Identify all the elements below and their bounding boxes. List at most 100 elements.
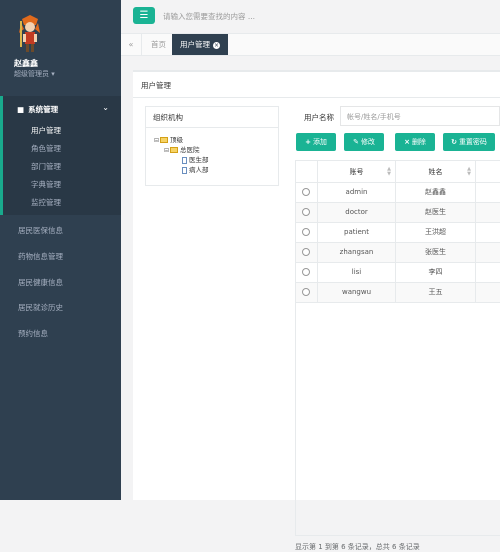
cell-name: 赵鑫鑫: [396, 183, 476, 202]
menu-system-management: ■ 系统管理 ⌄ 用户管理 角色管理 部门管理 字典管理 监控管理: [0, 96, 121, 215]
sort-icon[interactable]: ▲ ▼: [387, 167, 391, 177]
edit-button[interactable]: ✎ 修改: [344, 133, 384, 151]
tab-label: 用户管理: [180, 40, 210, 49]
tree-node-hospital[interactable]: ⊟ 总医院: [164, 144, 200, 154]
refresh-icon: ↻: [451, 138, 457, 146]
table-row[interactable]: lisi 李四: [296, 263, 500, 283]
menu-system-management-header[interactable]: ■ 系统管理: [17, 104, 58, 115]
cell-account: lisi: [318, 263, 396, 282]
submenu-dept-management[interactable]: 部门管理: [31, 161, 61, 172]
header-label: 姓名: [428, 168, 443, 176]
nav-visit-history[interactable]: 居民就诊历史: [18, 302, 63, 313]
row-select: [296, 243, 318, 262]
row-radio[interactable]: [302, 188, 310, 196]
table-row[interactable]: doctor 赵医生: [296, 203, 500, 223]
times-icon: ×: [404, 138, 410, 146]
cell-name: 张医生: [396, 243, 476, 262]
submenu-user-management[interactable]: 用户管理: [31, 125, 61, 136]
cell-name: 王五: [396, 283, 476, 302]
reset-password-button[interactable]: ↻ 重置密码: [443, 133, 495, 151]
tab-user-management[interactable]: 用户管理 ×: [172, 34, 228, 55]
org-tree-title: 组织机构: [153, 113, 183, 122]
submenu-dict-management[interactable]: 字典管理: [31, 179, 61, 190]
cell-account: zhangsan: [318, 243, 396, 262]
row-radio[interactable]: [302, 228, 310, 236]
page-title: 用户管理: [141, 81, 171, 90]
hamburger-icon: ☰: [139, 10, 149, 21]
column-header-account[interactable]: 账号 ▲ ▼: [318, 161, 396, 183]
user-search-input[interactable]: 帐号/姓名/手机号: [340, 106, 500, 126]
row-radio[interactable]: [302, 288, 310, 296]
button-label: 删除: [411, 138, 426, 146]
delete-button[interactable]: × 删除: [395, 133, 435, 151]
button-label: 添加: [312, 138, 327, 146]
user-icon: ■: [17, 105, 25, 114]
cell-account: wangwu: [318, 283, 396, 302]
user-table: 账号 ▲ ▼ 姓名 ▲ ▼ admin 赵鑫鑫 doctor 赵医生 patient…: [295, 160, 500, 536]
menu-label: 系统管理: [28, 105, 59, 114]
profile: 赵鑫鑫 超级管理员 ▾: [0, 0, 121, 96]
row-radio[interactable]: [302, 268, 310, 276]
search-label: 用户名称: [304, 113, 334, 122]
add-button[interactable]: + 添加: [296, 133, 336, 151]
row-radio[interactable]: [302, 248, 310, 256]
column-header-extra: [476, 161, 500, 183]
nav-resident-health[interactable]: 居民健康信息: [18, 277, 63, 288]
table-row[interactable]: admin 赵鑫鑫: [296, 183, 500, 203]
button-label: 修改: [360, 138, 375, 146]
tree-node-root[interactable]: ⊟ 顶级: [154, 134, 183, 144]
tree-label: 医生部: [189, 156, 209, 164]
cell-account: doctor: [318, 203, 396, 222]
folder-open-icon: [160, 137, 168, 143]
file-icon: [182, 156, 187, 164]
chevron-down-icon[interactable]: ⌄: [102, 103, 109, 112]
pagination-info: 显示第 1 到第 6 条记录，总共 6 条记录: [295, 543, 420, 551]
close-icon[interactable]: ×: [213, 41, 220, 49]
tree-label: 顶级: [170, 136, 183, 144]
divider: [146, 127, 278, 128]
cell-account: patient: [318, 223, 396, 242]
select-column-header: [296, 161, 318, 183]
button-label: 重置密码: [458, 138, 487, 146]
table-row[interactable]: wangwu 王五: [296, 283, 500, 303]
tree-label: 总医院: [180, 146, 200, 154]
avatar[interactable]: [16, 15, 42, 53]
tab-bar: « 首页 用户管理 ×: [121, 34, 500, 56]
submenu-role-management[interactable]: 角色管理: [31, 143, 61, 154]
tab-scroll-left-icon[interactable]: «: [121, 34, 142, 55]
edit-icon: ✎: [353, 138, 359, 146]
row-select: [296, 203, 318, 222]
user-role-dropdown[interactable]: 超级管理员 ▾: [14, 69, 55, 79]
menu-toggle-button[interactable]: ☰: [133, 7, 155, 24]
divider: [133, 97, 500, 98]
global-search-input[interactable]: 请输入您需要查找的内容 ...: [163, 11, 255, 22]
cell-name: 李四: [396, 263, 476, 282]
row-select: [296, 263, 318, 282]
tree-label: 病人部: [189, 166, 209, 174]
row-select: [296, 223, 318, 242]
row-radio[interactable]: [302, 208, 310, 216]
cell-name: 赵医生: [396, 203, 476, 222]
tree-node-doctor-dept[interactable]: 医生部: [182, 154, 209, 164]
cell-name: 王洪超: [396, 223, 476, 242]
nav-appointments[interactable]: 预约信息: [18, 328, 48, 339]
column-header-name[interactable]: 姓名 ▲ ▼: [396, 161, 476, 183]
folder-open-icon: [170, 147, 178, 153]
tab-home[interactable]: 首页: [143, 34, 174, 55]
nav-drug-management[interactable]: 药物信息管理: [18, 251, 63, 262]
content-panel: 用户管理 组织机构 ⊟ 顶级 ⊟ 总医院 医生部 病人部 用户名称 帐号/姓名/手机…: [133, 70, 500, 551]
org-tree-box: 组织机构 ⊟ 顶级 ⊟ 总医院 医生部 病人部: [145, 106, 279, 186]
sort-icon[interactable]: ▲ ▼: [467, 167, 471, 177]
file-icon: [182, 166, 187, 174]
topbar: ☰ 请输入您需要查找的内容 ...: [121, 0, 500, 34]
table-row[interactable]: patient 王洪超: [296, 223, 500, 243]
user-name: 赵鑫鑫: [14, 59, 38, 68]
cell-account: admin: [318, 183, 396, 202]
table-row[interactable]: zhangsan 张医生: [296, 243, 500, 263]
sidebar: 赵鑫鑫 超级管理员 ▾ ■ 系统管理 ⌄ 用户管理 角色管理 部门管理 字典管理 …: [0, 0, 121, 500]
nav-resident-insurance[interactable]: 居民医保信息: [18, 225, 63, 236]
tree-node-patient-dept[interactable]: 病人部: [182, 164, 209, 174]
submenu-monitor-management[interactable]: 监控管理: [31, 197, 61, 208]
row-select: [296, 283, 318, 302]
row-select: [296, 183, 318, 202]
